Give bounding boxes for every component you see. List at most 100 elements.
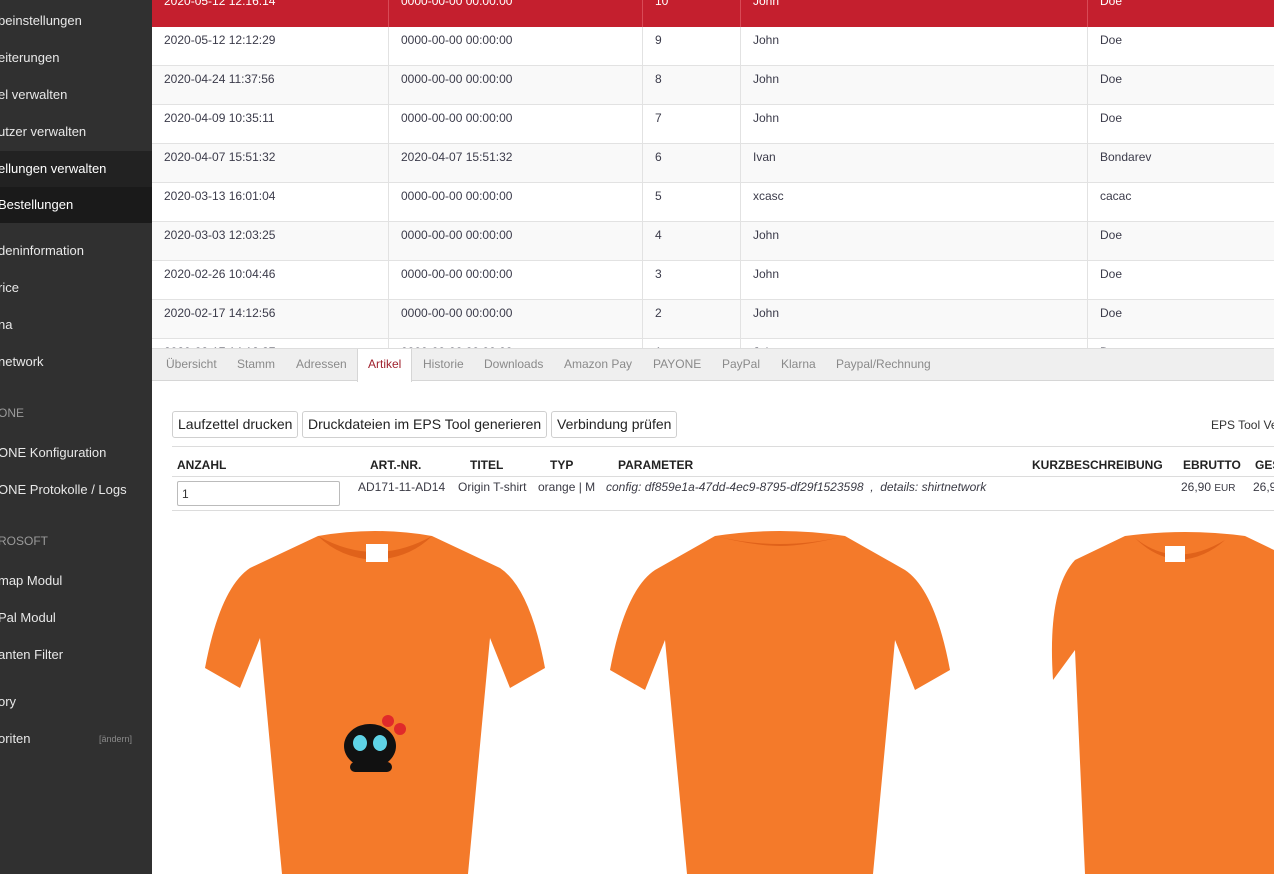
- order-last-name: Doe: [1100, 33, 1123, 47]
- col-header-type: TYP: [550, 458, 574, 472]
- order-first-name: xcasc: [741, 183, 1088, 222]
- tab-stamm[interactable]: Stamm: [237, 349, 275, 381]
- price-currency: EUR: [1214, 483, 1236, 494]
- table-row[interactable]: 2020-04-09 10:35:11 0000-00-00 00:00:00 …: [152, 105, 1274, 144]
- order-id: 7: [643, 105, 741, 144]
- order-first-name: John: [741, 261, 1088, 300]
- tab-articles[interactable]: Artikel: [357, 349, 413, 382]
- article-number: AD171-11-AD14: [358, 480, 446, 494]
- order-date: 2020-04-09 10:35:11: [152, 105, 389, 144]
- favorites-edit-link[interactable]: [ändern]: [99, 721, 132, 757]
- sidebar-item[interactable]: deninformation: [0, 233, 152, 269]
- order-date-2: 0000-00-00 00:00:00: [389, 0, 643, 27]
- sidebar-item[interactable]: ONE Protokolle / Logs: [0, 472, 152, 508]
- order-date: 2020-02-17 14:12:56: [152, 300, 389, 339]
- table-row[interactable]: 2020-02-17 14:12:56 0000-00-00 00:00:00 …: [152, 300, 1274, 339]
- tab-klarna[interactable]: Klarna: [781, 349, 816, 381]
- order-id: 3: [643, 261, 741, 300]
- order-detail-tabs: Übersicht Stamm Adressen Artikel Histori…: [152, 349, 1274, 382]
- order-date: 2020-03-03 12:03:25: [152, 222, 389, 261]
- divider: [172, 476, 1274, 477]
- tab-addresses[interactable]: Adressen: [296, 349, 347, 381]
- product-image-front: [205, 531, 545, 874]
- order-last-name: cacac: [1100, 189, 1132, 203]
- sidebar-item[interactable]: Pal Modul: [0, 600, 152, 636]
- order-date-2: 2020-04-07 15:51:32: [389, 144, 643, 183]
- tab-amazon-pay[interactable]: Amazon Pay: [564, 349, 632, 381]
- order-first-name: John: [741, 27, 1088, 66]
- order-date: 2020-04-07 15:51:32: [152, 144, 389, 183]
- sidebar-item-favorites[interactable]: oriten [ändern]: [0, 721, 152, 757]
- sidebar-item[interactable]: beinstellungen: [0, 3, 152, 39]
- orders-table: 2020-05-12 12:16:14 0000-00-00 00:00:00 …: [152, 0, 1274, 349]
- sidebar-item[interactable]: map Modul: [0, 563, 152, 599]
- table-row[interactable]: 2020-05-12 12:12:29 0000-00-00 00:00:00 …: [152, 27, 1274, 66]
- order-date-2: 0000-00-00 00:00:00: [389, 261, 643, 300]
- tab-history[interactable]: Historie: [423, 349, 464, 381]
- col-header-art-nr: ART.-NR.: [370, 458, 422, 472]
- sidebar-item-label: rice: [0, 280, 19, 295]
- table-row[interactable]: 2020-03-03 12:03:25 0000-00-00 00:00:00 …: [152, 222, 1274, 261]
- sidebar-item-label: utzer verwalten: [0, 124, 87, 139]
- sidebar-section-label: ONE: [0, 406, 25, 420]
- order-id: 9: [643, 27, 741, 66]
- order-date-2: 0000-00-00 00:00:00: [389, 300, 643, 339]
- order-date-2: 0000-00-00 00:00:00: [389, 222, 643, 261]
- tab-overview[interactable]: Übersicht: [166, 349, 217, 381]
- order-date-2: 0000-00-00 00:00:00: [389, 339, 643, 348]
- sidebar-item[interactable]: network: [0, 344, 152, 380]
- eps-generate-button[interactable]: Druckdateien im EPS Tool generieren: [302, 411, 548, 438]
- order-date: 2020-02-17 14:12:37: [152, 339, 389, 348]
- product-image-side: [1051, 532, 1274, 874]
- article-price: 26,90 EUR: [1181, 480, 1236, 494]
- sidebar-item[interactable]: ory: [0, 684, 152, 720]
- order-date: 2020-05-12 12:16:14: [152, 0, 389, 27]
- sidebar-item[interactable]: rice: [0, 270, 152, 306]
- sidebar-item[interactable]: na: [0, 307, 152, 343]
- order-id: 5: [643, 183, 741, 222]
- sidebar-item[interactable]: el verwalten: [0, 77, 152, 113]
- order-first-name: Ivan: [741, 144, 1088, 183]
- sidebar-item-orders-manage[interactable]: ellungen verwalten: [0, 151, 152, 187]
- order-first-name: John: [741, 105, 1088, 144]
- article-parameter: config: df859e1a-47dd-4ec9-8795-df29f152…: [606, 480, 987, 494]
- order-last-name: Bondarev: [1100, 150, 1152, 164]
- eps-tool-version: EPS Tool Ve: [1211, 418, 1274, 432]
- check-connection-button[interactable]: Verbindung prüfen: [551, 411, 678, 438]
- tab-downloads[interactable]: Downloads: [484, 349, 543, 381]
- order-date-2: 0000-00-00 00:00:00: [389, 27, 643, 66]
- print-slip-button[interactable]: Laufzettel drucken: [172, 411, 299, 438]
- order-date: 2020-03-13 16:01:04: [152, 183, 389, 222]
- divider: [172, 510, 1274, 511]
- order-date-2: 0000-00-00 00:00:00: [389, 105, 643, 144]
- order-first-name: John: [741, 339, 1088, 348]
- table-row[interactable]: 2020-02-17 14:12:37 0000-00-00 00:00:00 …: [152, 339, 1274, 348]
- quantity-input[interactable]: [177, 481, 340, 506]
- table-row[interactable]: 2020-04-07 15:51:32 2020-04-07 15:51:32 …: [152, 144, 1274, 183]
- sidebar-item-label: anten Filter: [0, 647, 64, 662]
- table-row[interactable]: 2020-02-26 10:04:46 0000-00-00 00:00:00 …: [152, 261, 1274, 300]
- tab-payone[interactable]: PAYONE: [653, 349, 701, 381]
- sidebar-item[interactable]: anten Filter: [0, 637, 152, 673]
- tab-paypal-invoice[interactable]: Paypal/Rechnung: [836, 349, 931, 381]
- table-row[interactable]: 2020-03-13 16:01:04 0000-00-00 00:00:00 …: [152, 183, 1274, 222]
- order-first-name: John: [741, 300, 1088, 339]
- sidebar-item[interactable]: eiterungen: [0, 40, 152, 76]
- sidebar-item[interactable]: ONE Konfiguration: [0, 435, 152, 471]
- col-header-quantity: ANZAHL: [177, 458, 227, 472]
- order-id: 1: [643, 339, 741, 348]
- sidebar-item-label: el verwalten: [0, 87, 68, 102]
- order-date-2: 0000-00-00 00:00:00: [389, 66, 643, 105]
- tab-paypal[interactable]: PayPal: [722, 349, 760, 381]
- col-header-parameter: PARAMETER: [618, 458, 694, 472]
- article-type: orange | M: [538, 480, 596, 494]
- order-first-name: John: [741, 222, 1088, 261]
- sidebar-item-label: oriten: [0, 731, 31, 746]
- table-row[interactable]: 2020-05-12 12:16:14 0000-00-00 00:00:00 …: [152, 0, 1274, 27]
- sidebar-item[interactable]: utzer verwalten: [0, 114, 152, 150]
- sidebar-item-label: Pal Modul: [0, 610, 56, 625]
- table-row[interactable]: 2020-04-24 11:37:56 0000-00-00 00:00:00 …: [152, 66, 1274, 105]
- col-header-short-desc: KURZBESCHREIBUNG: [1032, 458, 1163, 472]
- article-total: 26,9: [1253, 480, 1274, 494]
- sidebar-item-orders[interactable]: Bestellungen: [0, 187, 152, 223]
